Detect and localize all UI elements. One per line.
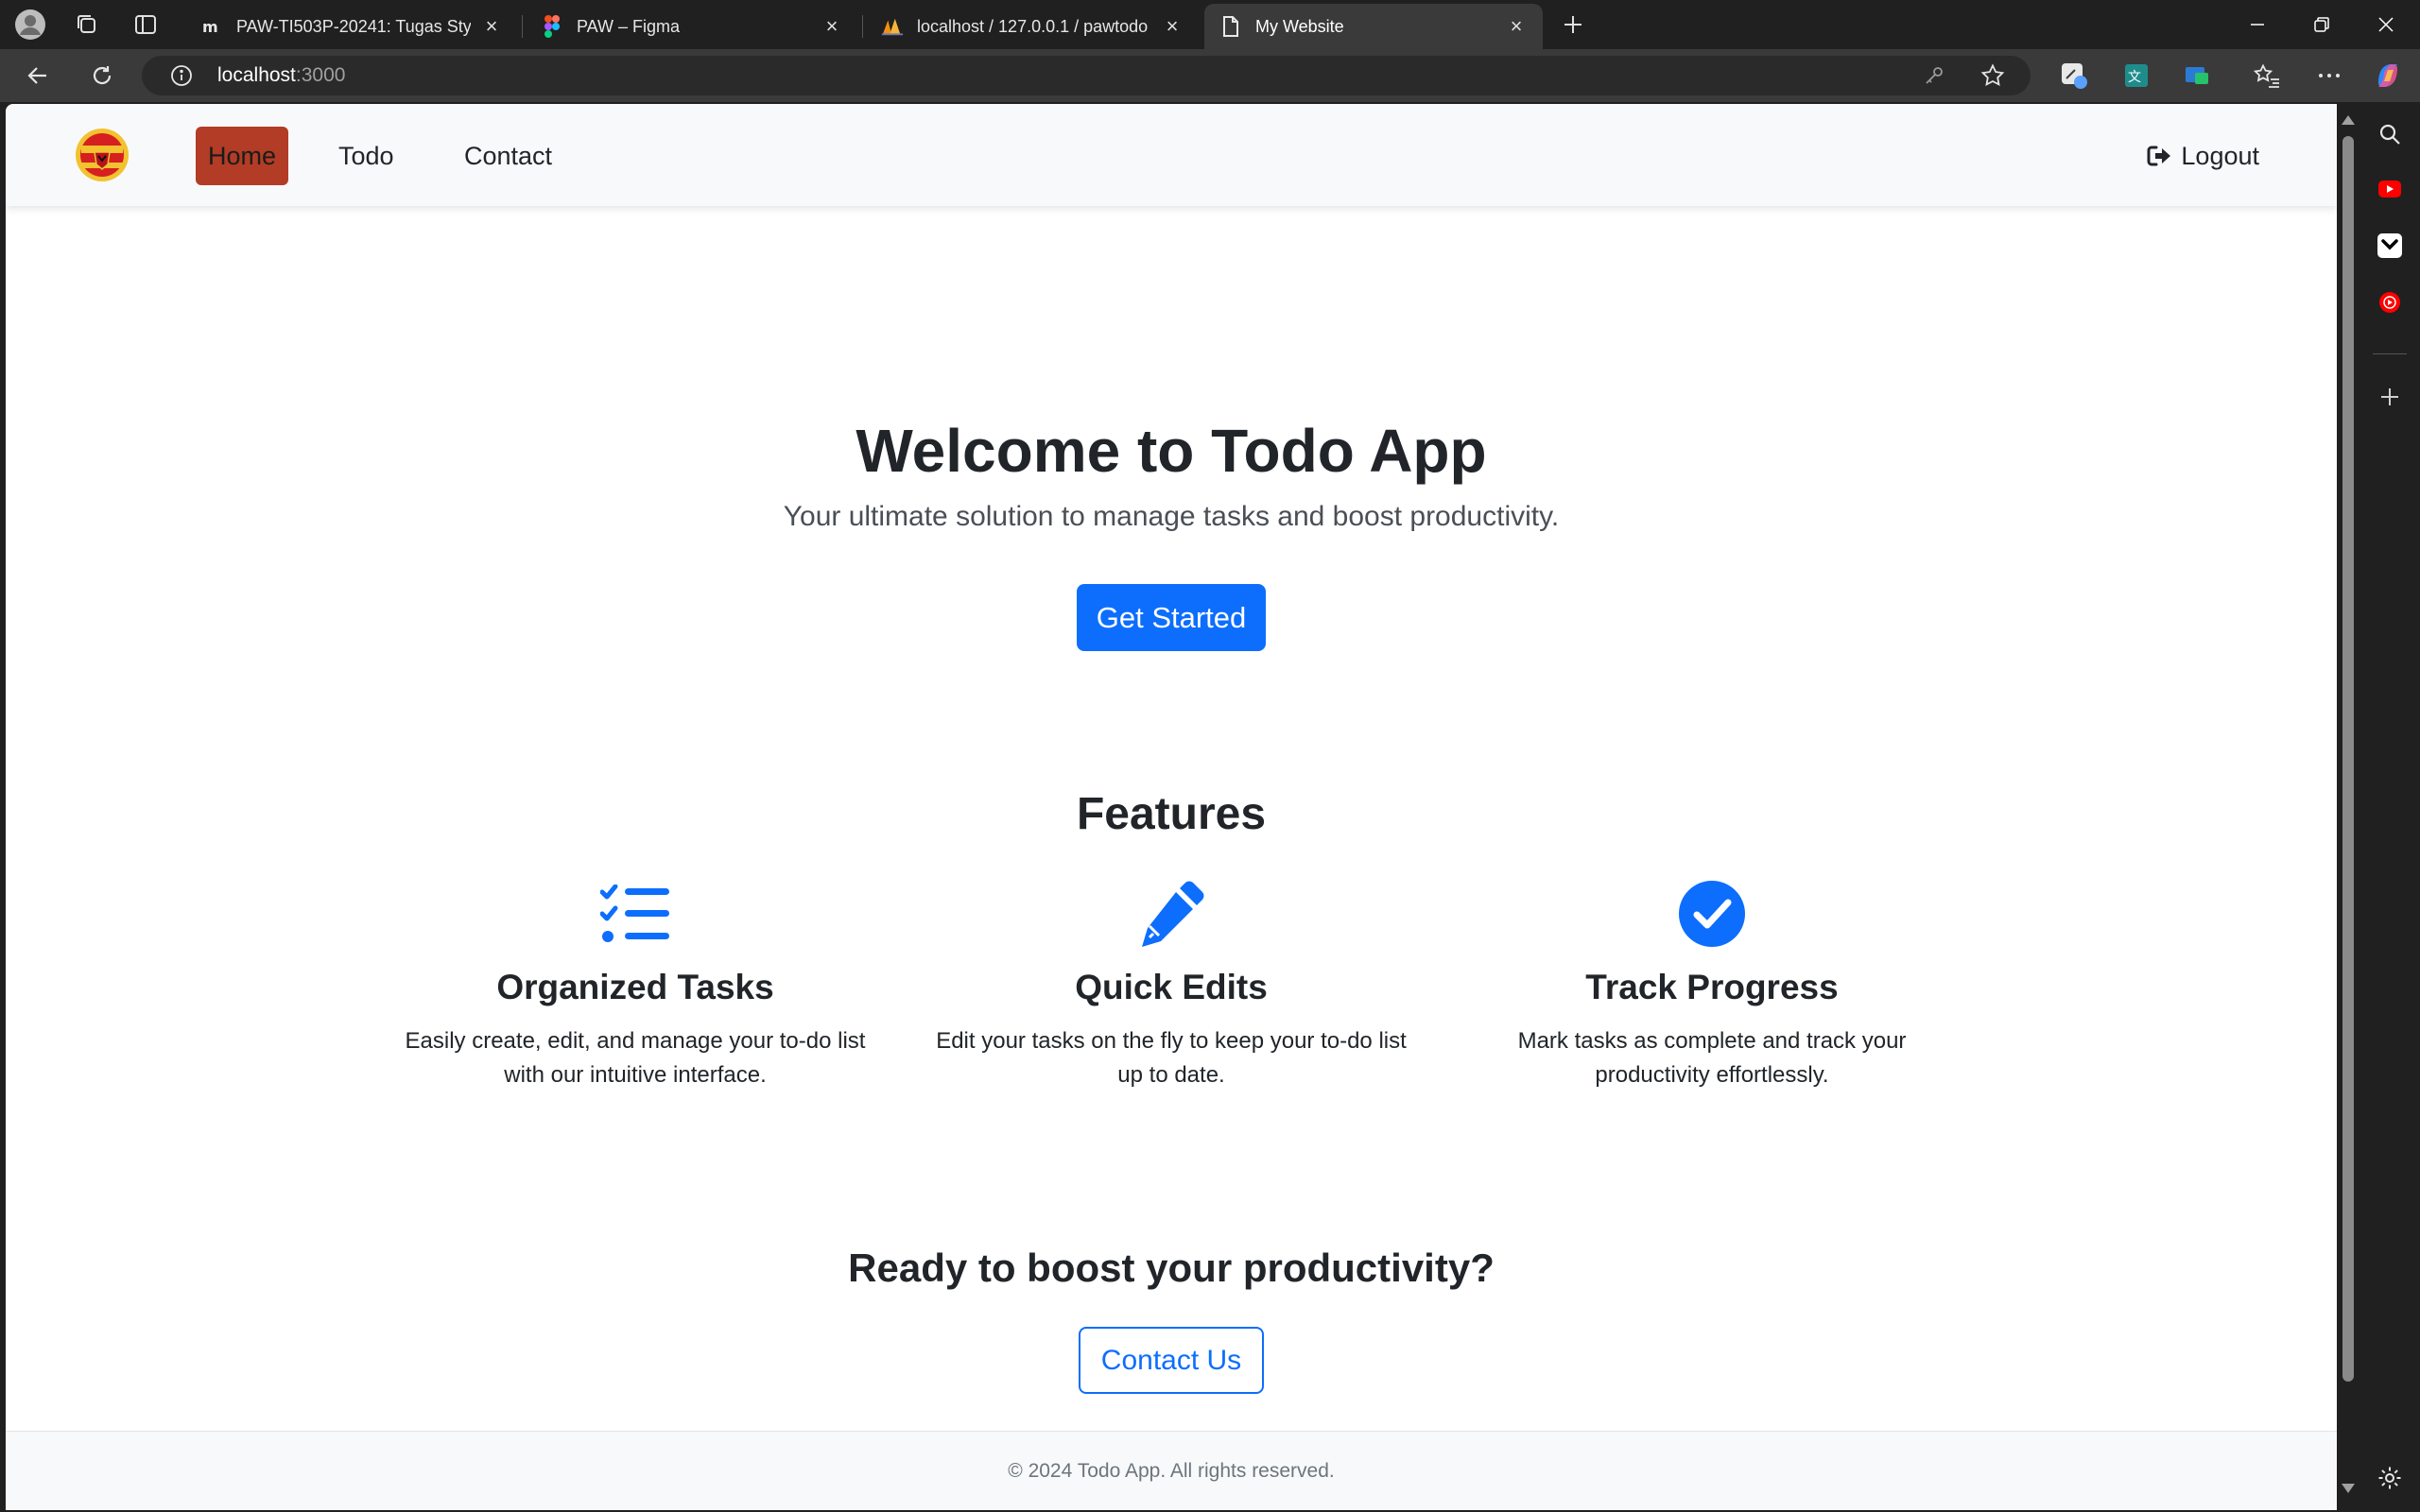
- favorites-list-icon[interactable]: [2248, 59, 2286, 93]
- browser-toolbar: localhost:3000 文: [0, 49, 2420, 102]
- features-heading: Features: [1076, 789, 1267, 839]
- new-tab-icon[interactable]: [1550, 8, 1596, 42]
- page-scrollbar[interactable]: [2337, 104, 2360, 1510]
- tab-title: My Website: [1255, 16, 1344, 36]
- scrollbar-thumb[interactable]: [2342, 136, 2354, 1382]
- back-icon[interactable]: [17, 57, 59, 94]
- tab-moodle[interactable]: m PAW-TI503P-20241: Tugas Styling ×: [185, 4, 518, 49]
- feature-description: Mark tasks as complete and track your pr…: [1517, 1028, 1907, 1088]
- add-sidebar-app-icon[interactable]: [2373, 380, 2407, 414]
- sidebar-settings-icon[interactable]: [2373, 1461, 2407, 1495]
- search-icon[interactable]: [2373, 117, 2407, 151]
- close-tab-icon[interactable]: ×: [1161, 14, 1184, 38]
- site-navbar: Home Todo Contact Logout: [6, 104, 2337, 206]
- translate-extension-icon[interactable]: 文: [2118, 59, 2155, 93]
- copilot-icon[interactable]: [2369, 59, 2407, 93]
- feature-title: Track Progress: [1585, 968, 1839, 1006]
- hero-subtitle: Your ultimate solution to manage tasks a…: [783, 501, 1560, 532]
- page-icon: [1219, 15, 1242, 38]
- tab-separator: [522, 15, 523, 38]
- nav-link-todo[interactable]: Todo: [326, 127, 406, 185]
- favorite-star-icon[interactable]: [1974, 56, 2012, 95]
- feature-card-track-progress: Track Progress Mark tasks as complete an…: [1447, 877, 1977, 1092]
- tab-figma[interactable]: PAW – Figma ×: [526, 4, 858, 49]
- logout-label: Logout: [2181, 141, 2259, 170]
- scroll-down-arrow-icon[interactable]: [2342, 1484, 2355, 1493]
- extension-icon[interactable]: [2055, 59, 2093, 93]
- sidebar-divider: [2373, 353, 2407, 354]
- feature-title: Organized Tasks: [496, 968, 774, 1006]
- phpmyadmin-icon: [881, 15, 904, 38]
- svg-text:m: m: [202, 18, 218, 36]
- screen-capture-extension-icon[interactable]: [2178, 59, 2216, 93]
- close-tab-icon[interactable]: ×: [480, 14, 503, 38]
- close-tab-icon[interactable]: ×: [1505, 14, 1528, 38]
- pocket-extension-icon[interactable]: [2373, 229, 2407, 263]
- check-circle-icon: [1447, 877, 1977, 951]
- youtube-music-icon[interactable]: [2373, 285, 2407, 319]
- site-info-icon[interactable]: [164, 64, 199, 87]
- tab-my-website[interactable]: My Website ×: [1204, 4, 1543, 49]
- club-crest-logo[interactable]: [74, 127, 130, 183]
- tab-phpmyadmin[interactable]: localhost / 127.0.0.1 / pawtodo / u ×: [866, 4, 1199, 49]
- feature-title: Quick Edits: [1075, 968, 1268, 1006]
- workspaces-icon[interactable]: [64, 8, 110, 42]
- address-bar[interactable]: localhost:3000: [142, 56, 2031, 95]
- tab-title: localhost / 127.0.0.1 / pawtodo / u: [917, 16, 1151, 36]
- reload-icon[interactable]: [81, 57, 123, 94]
- restore-icon[interactable]: [2290, 0, 2354, 49]
- tab-title: PAW – Figma: [577, 16, 681, 36]
- scroll-up-arrow-icon[interactable]: [2342, 115, 2355, 125]
- nav-link-contact[interactable]: Contact: [452, 127, 564, 185]
- tab-title: PAW-TI503P-20241: Tugas Styling: [236, 16, 471, 36]
- moodle-icon: m: [200, 15, 223, 38]
- logout-link[interactable]: Logout: [2147, 127, 2259, 185]
- minimize-icon[interactable]: [2225, 0, 2290, 49]
- browser-tab-bar: m PAW-TI503P-20241: Tugas Styling × PAW …: [0, 0, 2420, 49]
- logout-icon: [2147, 146, 2171, 166]
- nav-link-home[interactable]: Home: [196, 127, 289, 185]
- feature-description: Edit your tasks on the fly to keep your …: [936, 1028, 1407, 1088]
- pencil-icon: [907, 877, 1436, 951]
- hero-title: Welcome to Todo App: [856, 417, 1487, 485]
- footer-copyright: © 2024 Todo App. All rights reserved.: [1008, 1459, 1335, 1482]
- address-url: localhost:3000: [217, 64, 346, 86]
- youtube-icon[interactable]: [2373, 172, 2407, 206]
- contact-us-button[interactable]: Contact Us: [1079, 1327, 1264, 1394]
- close-window-icon[interactable]: [2354, 0, 2418, 49]
- site-footer: © 2024 Todo App. All rights reserved.: [6, 1431, 2337, 1510]
- feature-card-quick-edits: Quick Edits Edit your tasks on the fly t…: [907, 877, 1436, 1092]
- list-check-icon: [371, 877, 900, 951]
- browser-sidebar: [2360, 102, 2420, 1512]
- tab-actions-icon[interactable]: [123, 8, 168, 42]
- cta-heading: Ready to boost your productivity?: [848, 1246, 1495, 1290]
- svg-text:文: 文: [2128, 70, 2141, 85]
- close-tab-icon[interactable]: ×: [821, 14, 843, 38]
- more-menu-icon[interactable]: [2310, 59, 2348, 93]
- tab-separator: [862, 15, 863, 38]
- profile-icon[interactable]: [8, 8, 53, 42]
- get-started-button[interactable]: Get Started: [1077, 584, 1266, 651]
- password-key-icon[interactable]: [1915, 56, 1953, 95]
- figma-icon: [541, 15, 563, 38]
- feature-description: Easily create, edit, and manage your to-…: [405, 1028, 866, 1088]
- page-viewport: Home Todo Contact Logout Welcome to Todo…: [6, 104, 2337, 1510]
- feature-card-organized-tasks: Organized Tasks Easily create, edit, and…: [371, 877, 900, 1092]
